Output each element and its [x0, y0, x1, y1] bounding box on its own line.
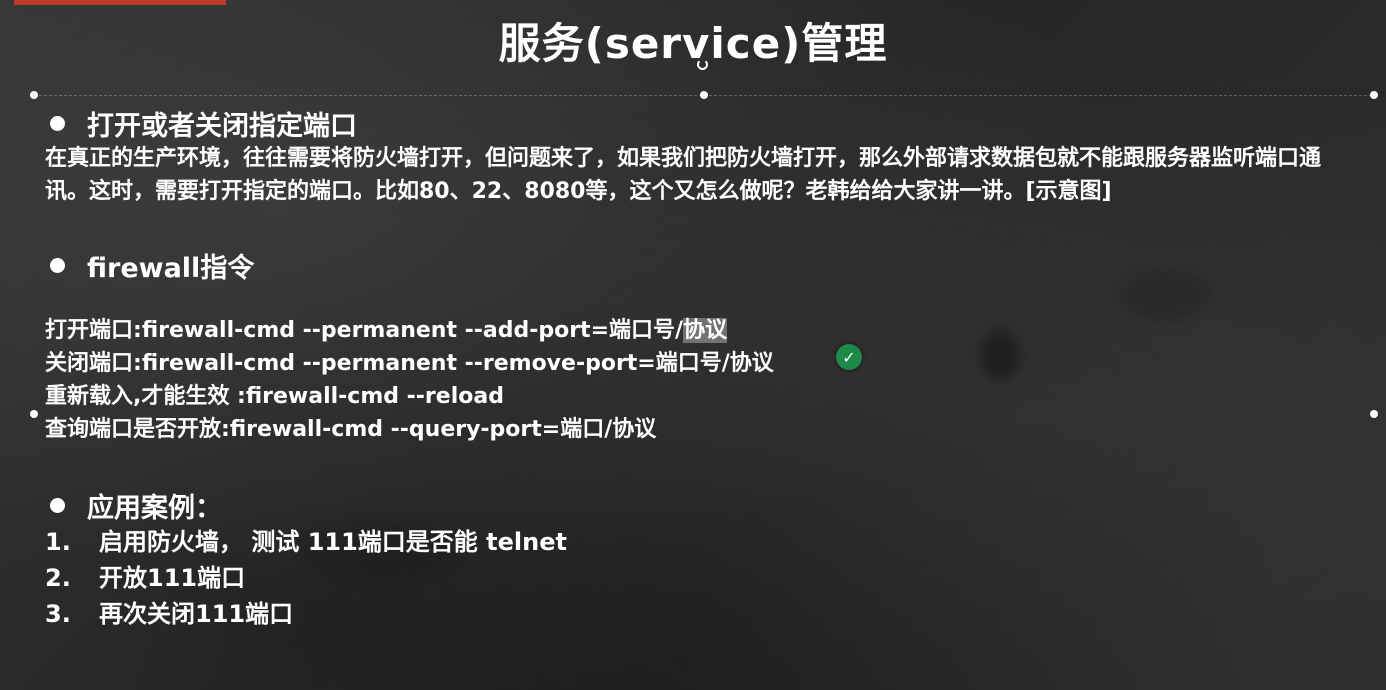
list-number: 3. [45, 600, 71, 628]
command-line: 关闭端口: firewall-cmd --permanent --remove-… [45, 347, 1355, 380]
presentation-slide: 服务(service)管理 打开或者关闭指定端口 在真正的生产环境，往往需要将防… [0, 0, 1386, 690]
list-text: 启用防火墙， 测试 111端口是否能 telnet [99, 528, 567, 556]
section3-heading: 应用案例： [87, 492, 222, 524]
list-item: 3. 再次关闭111端口 [45, 596, 1355, 632]
list-number: 2. [45, 564, 71, 592]
text-box[interactable]: 打开或者关闭指定端口 在真正的生产环境，往往需要将防火墙打开，但问题来了，如果我… [45, 104, 1355, 632]
resize-handle-middle-right[interactable] [1370, 410, 1378, 418]
rotate-handle-icon[interactable] [697, 59, 708, 70]
section-heading: 应用案例： [45, 486, 1355, 524]
command-label: 打开端口: [45, 318, 142, 343]
bullet-icon [50, 115, 65, 131]
command-text: firewall-cmd --reload [245, 384, 504, 409]
section-heading: 打开或者关闭指定端口 [45, 104, 1355, 142]
command-label: 关闭端口: [45, 351, 142, 376]
resize-handle-top-right[interactable] [1370, 91, 1378, 99]
resize-handle-middle-left[interactable] [30, 410, 38, 418]
resize-handle-top-center[interactable] [700, 91, 708, 99]
command-line: 打开端口: firewall-cmd --permanent --add-por… [45, 314, 1355, 347]
bullet-icon [50, 497, 65, 513]
accent-bar [14, 0, 226, 5]
check-cursor-icon: ✓ [836, 344, 862, 370]
list-text: 开放111端口 [99, 564, 246, 592]
slide-title: 服务(service)管理 [498, 19, 888, 68]
section1-heading: 打开或者关闭指定端口 [87, 110, 357, 142]
command-label: 重新载入,才能生效 : [45, 384, 246, 409]
list-number: 1. [45, 528, 71, 556]
resize-handle-top-left[interactable] [30, 91, 38, 99]
command-text: firewall-cmd --query-port=端口/协议 [229, 417, 657, 442]
section2-heading: firewall指令 [87, 252, 255, 284]
list-item: 1. 启用防火墙， 测试 111端口是否能 telnet [45, 524, 1355, 560]
section1-paragraph: 在真正的生产环境，往往需要将防火墙打开，但问题来了，如果我们把防火墙打开，那么外… [45, 146, 1322, 204]
selected-text: 协议 [683, 318, 728, 343]
list-item: 2. 开放111端口 [45, 560, 1355, 596]
list-text: 再次关闭111端口 [99, 600, 294, 628]
command-line: 重新载入,才能生效 : firewall-cmd --reload [45, 380, 1355, 413]
bullet-icon [50, 257, 65, 273]
command-text: firewall-cmd --permanent --add-port=端口号/ [141, 318, 684, 343]
command-text: firewall-cmd --permanent --remove-port=端… [141, 351, 774, 376]
command-line: 查询端口是否开放: firewall-cmd --query-port=端口/协… [45, 413, 1355, 446]
section-heading: firewall指令 [45, 246, 1355, 284]
command-label: 查询端口是否开放: [45, 417, 230, 442]
